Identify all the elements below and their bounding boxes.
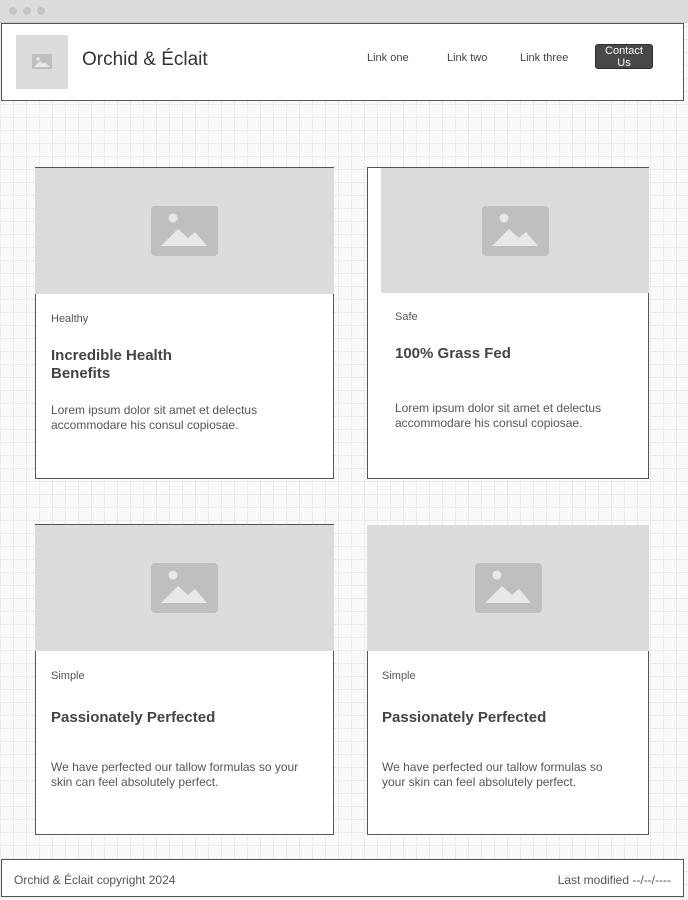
card-title: 100% Grass Fed <box>395 345 511 363</box>
contact-label-line2: Us <box>617 56 631 69</box>
card-body-line2: skin can feel absolutely perfect. <box>51 774 219 789</box>
card-tag: Safe <box>395 311 418 323</box>
card-image-placeholder <box>367 525 649 651</box>
card-image-placeholder <box>381 168 649 293</box>
card-body: We have perfected our tallow formulas so… <box>51 760 298 789</box>
card-title: Passionately Perfected <box>51 709 215 727</box>
feature-card[interactable]: Safe 100% Grass Fed Lorem ipsum dolor si… <box>367 167 649 479</box>
contact-label-line1: Contact <box>605 44 643 57</box>
card-tag: Simple <box>382 670 416 682</box>
card-title-line1: 100% Grass Fed <box>395 345 511 362</box>
nav-link-two[interactable]: Link two <box>447 52 487 64</box>
card-tag: Healthy <box>51 313 89 325</box>
card-body-line2: accommodare his consul copiosae. <box>395 415 583 430</box>
window-dot-icon <box>9 7 17 15</box>
card-body-line2: accommodare his consul copiosae. <box>51 417 239 432</box>
card-title-line1: Incredible Health <box>51 347 172 364</box>
card-body-line1: We have perfected our tallow formulas so… <box>51 760 299 774</box>
card-title: Incredible Health Benefits <box>51 347 172 383</box>
footer-last-modified: Last modified --/--/---- <box>557 873 671 887</box>
card-body: Lorem ipsum dolor sit amet et delectus a… <box>51 403 257 432</box>
image-icon <box>475 563 542 613</box>
window-dot-icon <box>37 7 45 15</box>
card-title-line1: Passionately Perfected <box>51 709 216 726</box>
card-title-line1: Passionately Perfected <box>382 709 547 726</box>
image-icon <box>151 206 218 256</box>
nav-link-one[interactable]: Link one <box>367 52 409 64</box>
brand-name: Orchid & Éclait <box>82 49 208 70</box>
site-footer: Orchid & Éclait copyright 2024 Last modi… <box>1 859 684 897</box>
footer-copyright: Orchid & Éclait copyright 2024 <box>14 873 176 887</box>
card-body: Lorem ipsum dolor sit amet et delectus a… <box>395 401 601 430</box>
feature-card[interactable]: Simple Passionately Perfected We have pe… <box>35 524 334 835</box>
feature-card[interactable]: Healthy Incredible Health Benefits Lorem… <box>35 167 334 479</box>
window-titlebar <box>0 0 688 23</box>
image-icon <box>32 54 52 69</box>
card-body-line1: Lorem ipsum dolor sit amet et delectus <box>51 403 258 417</box>
card-image-placeholder <box>35 525 334 651</box>
window-dot-icon <box>23 7 31 15</box>
card-body-line2: your skin can feel absolutely perfect. <box>382 774 577 789</box>
card-image-placeholder <box>35 168 334 294</box>
card-body-line1: Lorem ipsum dolor sit amet et delectus <box>395 401 602 415</box>
contact-us-button[interactable]: Contact Us <box>595 44 653 69</box>
logo-placeholder[interactable] <box>16 35 68 89</box>
feature-card[interactable]: Simple Passionately Perfected We have pe… <box>367 525 649 835</box>
nav-link-three[interactable]: Link three <box>520 52 568 64</box>
card-body-line1: We have perfected our tallow formulas so <box>382 760 603 774</box>
card-body: We have perfected our tallow formulas so… <box>382 760 603 789</box>
image-icon <box>151 563 218 613</box>
site-header: Orchid & Éclait Link one Link two Link t… <box>1 23 684 101</box>
card-tag: Simple <box>51 670 85 682</box>
card-title-line2: Benefits <box>51 365 111 382</box>
card-title: Passionately Perfected <box>382 709 546 727</box>
image-icon <box>482 206 549 256</box>
